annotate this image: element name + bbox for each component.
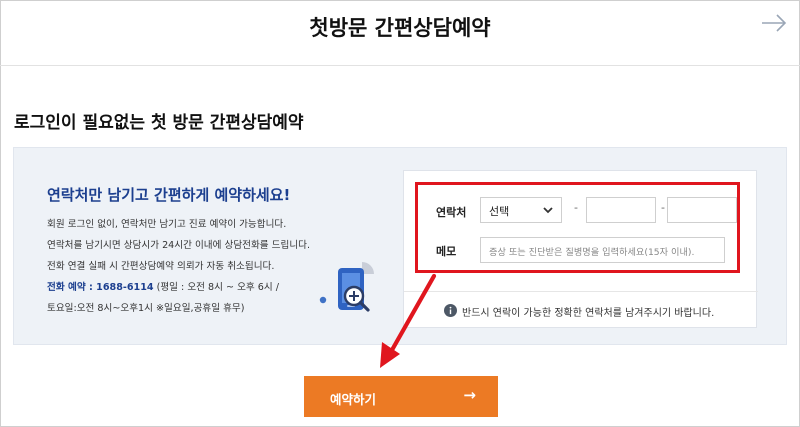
contact-dash: -: [661, 201, 665, 214]
contact-label: 연락처: [436, 206, 467, 219]
phone-info: 전화 예약 : 1688-6114 (평일 : 오전 8시 ~ 오후 6시 /: [47, 277, 310, 298]
phone-hours: (평일 : 오전 8시 ~ 오후 6시 /: [153, 282, 280, 293]
reserve-label: 예약하기: [330, 392, 377, 407]
right-arrow-icon: →: [463, 386, 476, 404]
reserve-button[interactable]: 예약하기 →: [304, 376, 498, 417]
contact-prefix-select[interactable]: 선택: [480, 197, 562, 223]
contact-dash: -: [574, 201, 578, 214]
booking-form: 연락처 선택 - - 메모 증상 또는 진단받은 질병명을 입력하세요(15자 …: [403, 170, 758, 329]
memo-input[interactable]: 증상 또는 진단받은 질병명을 입력하세요(15자 이내).: [480, 237, 725, 263]
notice-row: 반드시 연락이 가능한 정확한 연락처를 남겨주시기 바랍니다.: [404, 291, 758, 329]
phone-label: 전화 예약 : 1688-6114: [47, 282, 154, 293]
right-arrow-icon[interactable]: [760, 12, 788, 34]
weekend-hours: 토요일:오전 8시~오후1시 ※일요일,공휴일 휴무): [47, 303, 245, 314]
contact-select-value: 선택: [489, 205, 510, 218]
section-title: 로그인이 필요없는 첫 방문 간편상담예약: [14, 113, 304, 133]
red-arrow-icon: [380, 273, 437, 368]
page-title: 첫방문 간편상담예약: [309, 16, 491, 40]
header: 첫방문 간편상담예약: [0, 0, 800, 66]
intro-description: 회원 로그인 없이, 연락처만 남기고 진료 예약이 가능합니다. 연락처를 남…: [47, 214, 310, 319]
chevron-down-icon: [543, 207, 553, 214]
intro-headline: 연락처만 남기고 간편하게 예약하세요!: [47, 186, 291, 204]
intro-line: 연락처를 남기시면 상담시가 24시간 이내에 상담전화를 드립니다.: [47, 240, 311, 251]
contact-middle-input[interactable]: [586, 197, 656, 223]
intro-line: 회원 로그인 없이, 연락처만 남기고 진료 예약이 가능합니다.: [47, 219, 287, 230]
contact-last-input[interactable]: [667, 197, 737, 223]
info-icon: [444, 304, 457, 317]
notice-text: 반드시 연락이 가능한 정확한 연락처를 남겨주시기 바랍니다.: [462, 308, 715, 319]
intro-line: 전화 연결 실패 시 간편상담예약 의뢰가 자동 취소됩니다.: [47, 261, 275, 272]
memo-label: 메모: [436, 245, 457, 258]
